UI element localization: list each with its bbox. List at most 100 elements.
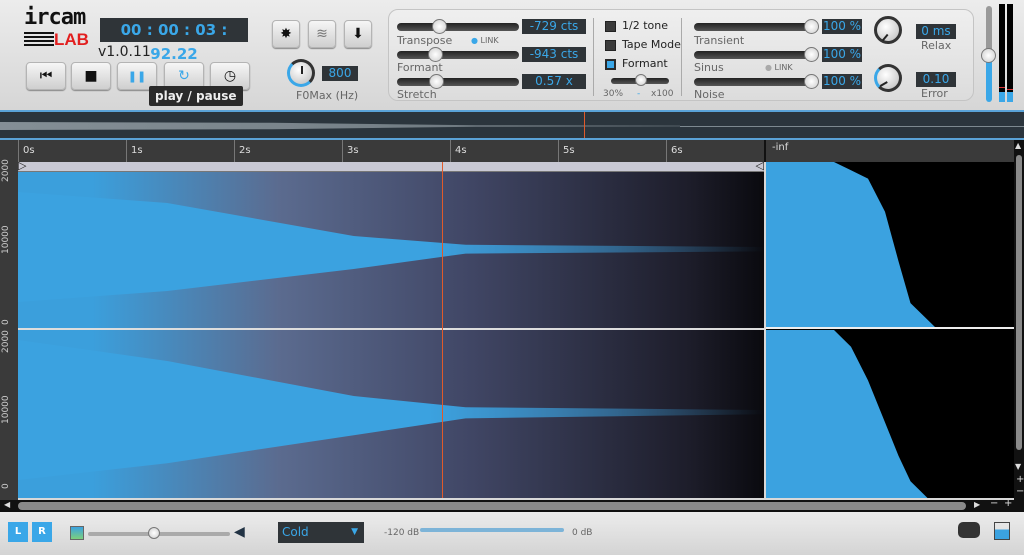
colormap-value: Cold <box>282 525 309 539</box>
relax-value[interactable]: 0 ms <box>916 24 956 39</box>
spectrum-right <box>766 330 928 498</box>
stretch-label: Stretch <box>397 88 437 101</box>
loop-start-handle[interactable]: ▷ <box>18 159 26 172</box>
horizontal-scrollbar[interactable]: ◀ ▶ − + <box>0 498 1024 512</box>
scroll-up-icon[interactable]: ▲ <box>1015 141 1021 150</box>
colormap-select[interactable]: Cold ▼ <box>278 522 364 543</box>
tape-mode-label: Tape Mode <box>622 38 681 51</box>
waveform-overview[interactable] <box>0 110 1024 140</box>
f0max-label: F0Max (Hz) <box>296 89 359 102</box>
output-gain-slider[interactable] <box>981 6 996 102</box>
spectrogram-left[interactable] <box>18 172 764 330</box>
sinus-slider[interactable] <box>694 47 819 62</box>
sinus-value[interactable]: 100 % <box>822 47 862 62</box>
slider-thumb[interactable] <box>635 74 647 86</box>
knob-indicator <box>881 33 889 42</box>
noise-value[interactable]: 100 % <box>822 74 862 89</box>
transpose-slider[interactable] <box>397 19 519 34</box>
transpose-label: Transpose <box>397 34 453 47</box>
noise-label: Noise <box>694 88 725 101</box>
loop-region-bar[interactable]: ▷ ◁ <box>18 159 764 172</box>
slider-thumb[interactable] <box>804 19 819 34</box>
stretch-slider[interactable] <box>397 74 519 89</box>
top-toolbar: ircam LAB v1.0.11 00 : 00 : 03 : 92.22 ⏮… <box>0 0 1024 110</box>
noise-slider[interactable] <box>694 74 819 89</box>
stop-button[interactable]: ■ <box>71 62 111 90</box>
transpose-value[interactable]: -729 cts <box>522 19 586 34</box>
time-tick: 5s <box>558 140 575 162</box>
time-tick: 2s <box>234 140 251 162</box>
formant-value[interactable]: -943 cts <box>522 47 586 62</box>
comment-icon[interactable] <box>958 522 980 538</box>
knob-indicator <box>879 81 888 87</box>
relax-label: Relax <box>921 39 952 52</box>
component-link-toggle[interactable]: ● LINK <box>765 63 793 72</box>
overview-playhead <box>584 112 585 138</box>
freq-tick: 10000 <box>1 395 11 425</box>
vertical-scrollbar[interactable]: ▲ ▼ + − <box>1014 140 1024 500</box>
horizontal-scroll-thumb[interactable] <box>18 502 966 510</box>
error-knob[interactable] <box>874 64 902 92</box>
slider-thumb[interactable] <box>429 74 444 89</box>
f0max-knob[interactable] <box>287 59 315 87</box>
right-channel-button[interactable]: R <box>32 522 52 542</box>
time-tick: 1s <box>126 140 143 162</box>
waveform-button[interactable]: ≋ <box>308 20 336 48</box>
pause-icon: ❚❚ <box>127 69 147 83</box>
slider-thumb[interactable] <box>981 48 996 63</box>
formant-checkbox[interactable] <box>605 59 616 70</box>
relax-knob[interactable] <box>874 16 902 44</box>
slider-thumb[interactable] <box>428 47 443 62</box>
stretch-value[interactable]: 0.57 x <box>522 74 586 89</box>
tape-mode-checkbox[interactable] <box>605 40 616 51</box>
frequency-axis: 2000 10000 0 2000 10000 0 <box>0 140 18 500</box>
scroll-down-icon[interactable]: ▼ <box>1015 462 1021 471</box>
error-value[interactable]: 0.10 <box>916 72 956 87</box>
scroll-right-icon[interactable]: ▶ <box>974 500 980 509</box>
wave-icon: ≋ <box>316 26 328 42</box>
playhead[interactable] <box>442 162 443 498</box>
db-max-label: 0 dB <box>572 528 593 538</box>
half-tone-checkbox[interactable] <box>605 21 616 32</box>
link-label: LINK <box>480 36 499 45</box>
time-tick: 3s <box>342 140 359 162</box>
f0max-value[interactable]: 800 <box>322 66 358 81</box>
db-range-slider[interactable] <box>420 528 564 532</box>
slider-thumb[interactable] <box>432 19 447 34</box>
spectrogram-right[interactable] <box>18 330 764 498</box>
scroll-left-icon[interactable]: ◀ <box>4 500 10 509</box>
loop-icon: ↻ <box>178 68 190 84</box>
version-label: v1.0.11 <box>98 44 151 60</box>
time-tick: 4s <box>450 140 467 162</box>
loop-end-handle[interactable]: ◁ <box>756 159 764 172</box>
slider-thumb[interactable] <box>804 74 819 89</box>
vertical-scroll-thumb[interactable] <box>1016 155 1022 450</box>
range-mid-label: - <box>637 89 641 99</box>
range-max-label: x100 <box>651 89 674 99</box>
waveform-shape-icon: ◀ <box>234 524 245 540</box>
time-ruler[interactable]: 0s 1s 2s 3s 4s 5s 6s <box>18 140 764 162</box>
contrast-slider[interactable] <box>88 527 230 539</box>
zoom-out-icon[interactable]: − <box>1016 486 1024 497</box>
settings-button[interactable]: ✸ <box>272 20 300 48</box>
pitch-link-toggle[interactable]: ● LINK <box>471 36 499 45</box>
skip-back-icon: ⏮ <box>39 68 53 84</box>
spectrum-divider <box>766 327 1014 329</box>
slider-thumb[interactable] <box>804 47 819 62</box>
spectrum-view-icon[interactable] <box>994 522 1010 540</box>
formant-slider[interactable] <box>397 47 519 62</box>
spectrum-left <box>766 162 936 328</box>
hzoom-out-icon[interactable]: − <box>990 498 998 509</box>
logo-lab: LAB <box>54 30 89 49</box>
slider-thumb[interactable] <box>148 527 160 539</box>
transient-slider[interactable] <box>694 19 819 34</box>
zoom-in-icon[interactable]: + <box>1016 474 1024 485</box>
formant-range-slider[interactable] <box>611 74 669 86</box>
spectrum-panel <box>766 162 1014 498</box>
download-button[interactable]: ⬇ <box>344 20 372 48</box>
rewind-button[interactable]: ⏮ <box>26 62 66 90</box>
left-channel-button[interactable]: L <box>8 522 28 542</box>
hzoom-in-icon[interactable]: + <box>1004 498 1012 509</box>
knob-indicator <box>301 66 303 74</box>
transient-value[interactable]: 100 % <box>822 19 862 34</box>
